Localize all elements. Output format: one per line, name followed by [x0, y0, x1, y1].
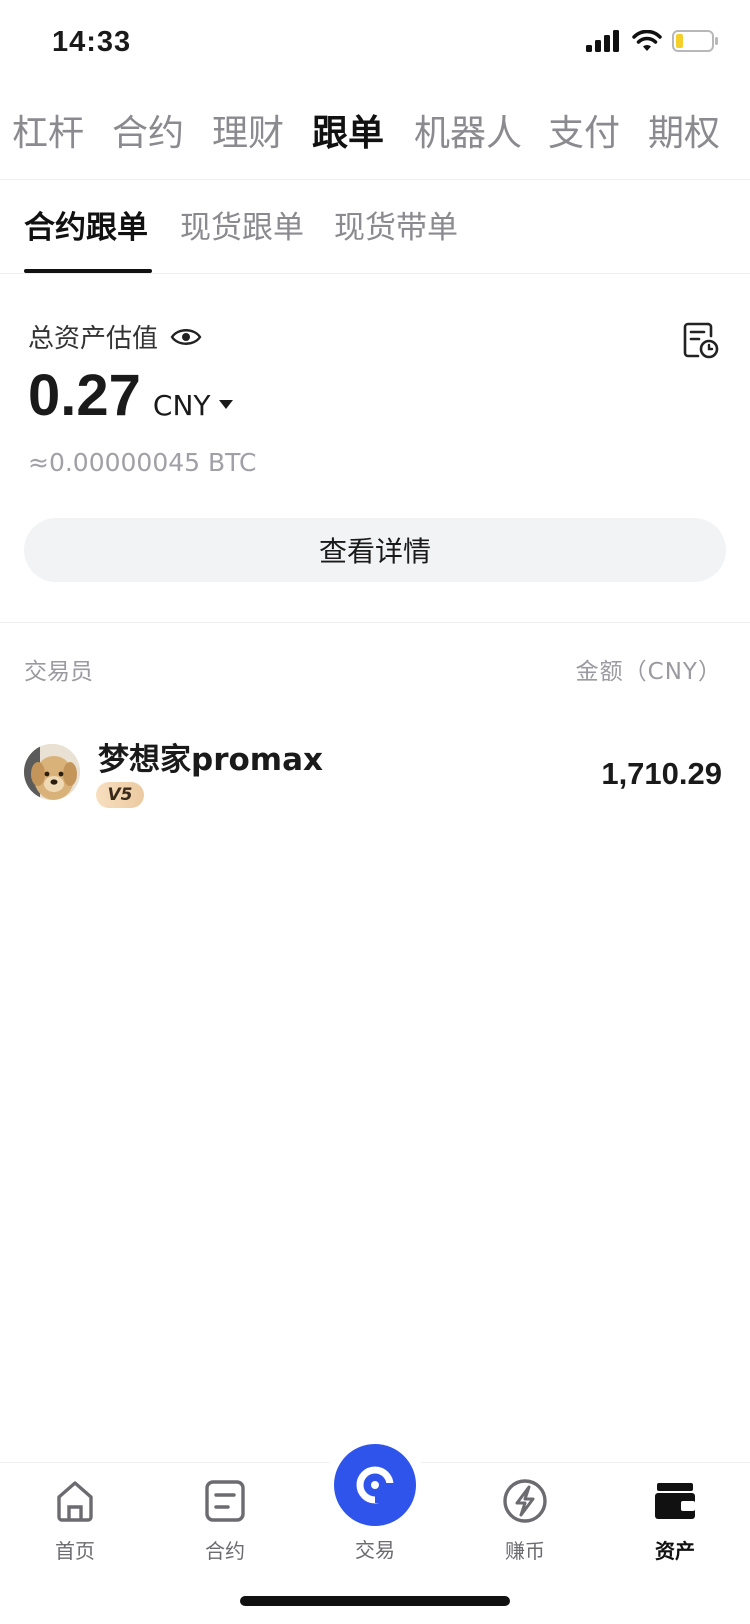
status-time: 14:33: [52, 26, 132, 58]
tab-contract[interactable]: 合约: [112, 104, 184, 156]
btc-equivalent: ≈0.00000045 BTC: [28, 448, 257, 477]
sub-tabs: 合约跟单 现货跟单 现货带单: [0, 182, 750, 274]
eye-icon[interactable]: [170, 326, 202, 348]
list-header-amount: 金额（CNY）: [575, 659, 722, 685]
trade-icon: [356, 1466, 395, 1504]
tab-bot[interactable]: 机器人: [414, 104, 522, 156]
history-icon[interactable]: [680, 320, 720, 360]
trader-amount: 1,710.29: [601, 756, 722, 791]
status-icons: [586, 30, 718, 52]
divider: [0, 622, 750, 623]
chevron-down-icon[interactable]: [218, 400, 233, 409]
category-tabs: 杠杆 合约 理财 跟单 机器人 支付 期权: [0, 96, 750, 180]
active-tab-indicator: [24, 269, 152, 273]
nav-earn-label: 赚币: [505, 1539, 545, 1563]
subtab-spot-copy[interactable]: 现货跟单: [180, 202, 304, 247]
nav-assets-label: 资产: [655, 1539, 695, 1563]
nav-assets[interactable]: 资产: [620, 1477, 730, 1564]
subtab-spot-lead[interactable]: 现货带单: [334, 202, 458, 247]
total-assets-label-row: 总资产估值: [28, 318, 202, 355]
tab-copy-trading[interactable]: 跟单: [312, 104, 384, 156]
nav-earn[interactable]: 赚币: [470, 1477, 580, 1564]
status-bar: 14:33: [0, 0, 750, 92]
nav-home[interactable]: 首页: [20, 1477, 130, 1564]
nav-contract[interactable]: 合约: [170, 1477, 280, 1564]
total-assets-value-row: 0.27 CNY: [28, 362, 233, 429]
wallet-icon: [655, 1483, 695, 1519]
view-details-button[interactable]: 查看详情: [24, 518, 726, 582]
trade-button[interactable]: [334, 1444, 416, 1526]
tab-leverage[interactable]: 杠杆: [12, 104, 84, 156]
contract-icon: [205, 1480, 245, 1522]
tab-payment[interactable]: 支付: [548, 104, 620, 156]
home-icon: [57, 1481, 93, 1522]
total-assets-label: 总资产估值: [28, 324, 159, 354]
battery-icon: [672, 30, 718, 52]
currency-selector[interactable]: CNY: [153, 389, 211, 422]
subtab-contract-copy[interactable]: 合约跟单: [24, 202, 148, 247]
trader-row[interactable]: 梦想家promax V5 1,710.29: [0, 730, 750, 830]
trader-avatar[interactable]: [24, 744, 80, 800]
home-indicator: [240, 1596, 510, 1606]
wifi-icon: [632, 30, 662, 51]
tab-options[interactable]: 期权: [648, 104, 720, 156]
nav-home-label: 首页: [55, 1539, 95, 1563]
list-header-trader: 交易员: [24, 659, 93, 685]
trader-name: 梦想家promax: [98, 742, 323, 778]
vip-level-badge: V5: [96, 782, 144, 808]
earn-icon: [503, 1479, 547, 1523]
nav-contract-label: 合约: [205, 1539, 245, 1563]
dog-avatar-image: [24, 744, 80, 800]
total-assets-value: 0.27: [28, 363, 141, 428]
page: 14:33 杠杆 合约 理财 跟单 机器人 支付 期权 合约跟单 现货跟单 现货…: [0, 0, 750, 1624]
tab-finance[interactable]: 理财: [212, 104, 284, 156]
nav-trade-label: 交易: [355, 1538, 395, 1562]
cellular-signal-icon: [586, 30, 619, 52]
